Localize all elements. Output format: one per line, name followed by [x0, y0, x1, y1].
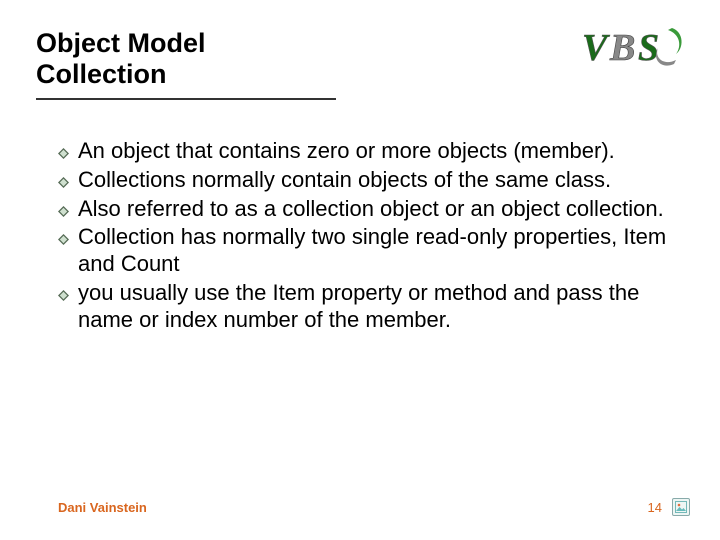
image-placeholder-icon: [672, 498, 690, 516]
svg-text:S: S: [638, 27, 659, 69]
list-item-text: Collections normally contain objects of …: [78, 167, 611, 194]
bullet-icon: [58, 146, 78, 164]
slide: Object Model Collection V B S An object …: [0, 0, 720, 540]
title-line-1: Object Model: [36, 28, 206, 58]
footer-right: 14: [648, 498, 690, 516]
slide-body: An object that contains zero or more obj…: [58, 138, 680, 336]
list-item: Collection has normally two single read-…: [58, 224, 680, 278]
page-number: 14: [648, 500, 662, 515]
list-item: Collections normally contain objects of …: [58, 167, 680, 194]
list-item: Also referred to as a collection object …: [58, 196, 680, 223]
svg-text:B: B: [609, 27, 635, 69]
bullet-icon: [58, 232, 78, 250]
list-item: An object that contains zero or more obj…: [58, 138, 680, 165]
list-item-text: Also referred to as a collection object …: [78, 196, 664, 223]
title-underline: [36, 98, 336, 100]
vbs-logo: V B S: [582, 22, 690, 74]
list-item: you usually use the Item property or met…: [58, 280, 680, 334]
bullet-icon: [58, 204, 78, 222]
list-item-text: An object that contains zero or more obj…: [78, 138, 615, 165]
bullet-icon: [58, 288, 78, 306]
list-item-text: you usually use the Item property or met…: [78, 280, 680, 334]
author-name: Dani Vainstein: [58, 500, 147, 515]
svg-text:V: V: [582, 27, 610, 69]
list-item-text: Collection has normally two single read-…: [78, 224, 680, 278]
slide-footer: Dani Vainstein 14: [58, 498, 690, 516]
title-line-2: Collection: [36, 59, 167, 89]
bullet-icon: [58, 175, 78, 193]
